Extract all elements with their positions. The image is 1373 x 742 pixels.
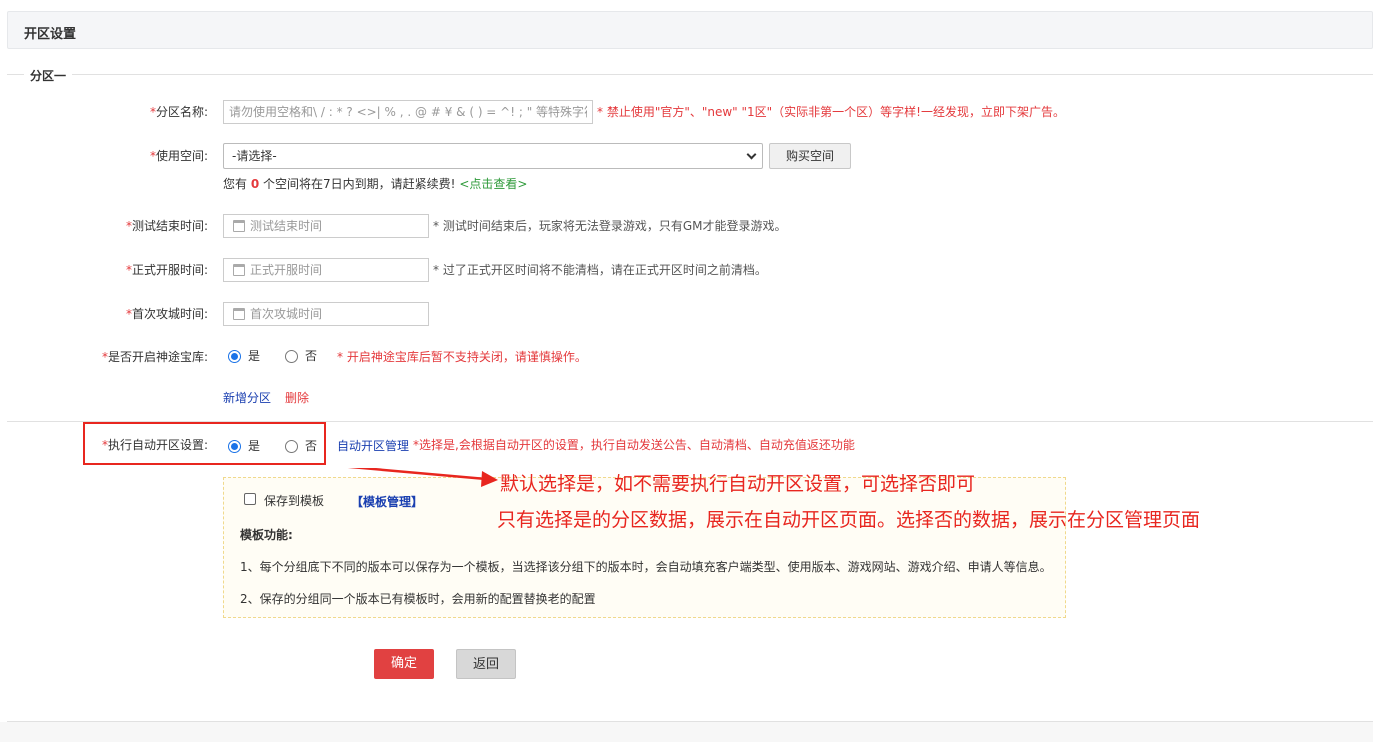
auto-open-yes-label[interactable]: 是 [248,439,260,453]
treasury-label: *是否开启神途宝库: [101,350,208,364]
template-title: 模板功能: [240,528,293,542]
page-title: 开区设置 [24,27,77,42]
open-time-input[interactable] [250,259,420,281]
template-line-1: 1、每个分组底下不同的版本可以保存为一个模板，当选择该分组下的版本时，会自动填充… [240,560,1052,574]
page-header: 开区设置 [7,11,1373,49]
test-end-input[interactable] [250,215,420,237]
space-label: *使用空间: [149,149,208,163]
test-end-datepicker[interactable] [223,214,429,238]
buy-space-button[interactable]: 购买空间 [769,143,851,169]
chevron-down-icon [746,149,757,160]
section-legend: 分区一 [24,67,73,84]
back-button[interactable]: 返回 [456,649,516,679]
first-siege-datepicker[interactable] [223,302,429,326]
calendar-icon [233,308,245,320]
auto-open-label: *执行自动开区设置: [101,438,208,452]
first-siege-label: *首次攻城时间: [125,307,208,321]
test-end-hint: * 测试时间结束后，玩家将无法登录游戏，只有GM才能登录游戏。 [433,219,787,233]
open-time-datepicker[interactable] [223,258,429,282]
template-manage-link[interactable]: 【模板管理】 [351,493,423,510]
auto-open-no-radio[interactable] [285,440,298,453]
arrow-head [481,471,498,487]
save-template-label[interactable]: 保存到模板 [264,492,324,509]
confirm-button[interactable]: 确定 [374,649,434,679]
zone-name-hint: * 禁止使用"官方"、"new" "1区"（实际非第一个区）等字样!一经发现，立… [597,105,1065,119]
open-time-label: *正式开服时间: [125,263,208,277]
space-select[interactable]: -请选择- [223,143,763,169]
treasury-hint: * 开启神途宝库后暂不支持关闭，请谨慎操作。 [337,350,587,364]
first-siege-input[interactable] [250,303,420,325]
expiry-notice: 您有 0 个空间将在7日内到期，请赶紧续费! <点击查看> [223,177,528,191]
template-line-2: 2、保存的分组同一个版本已有模板时，会用新的配置替换老的配置 [240,592,596,606]
calendar-icon [233,220,245,232]
arrow-shaft [347,468,487,481]
test-end-label: *测试结束时间: [125,219,208,233]
auto-open-no-label[interactable]: 否 [305,439,317,453]
fieldset-divider [7,74,1373,75]
footer-band [0,722,1373,742]
treasury-no-radio[interactable] [285,350,298,363]
add-zone-link[interactable]: 新增分区 [223,391,271,405]
save-template-checkbox[interactable] [244,493,256,505]
calendar-icon [233,264,245,276]
zone-name-label: *分区名称: [149,105,208,119]
delete-zone-link[interactable]: 删除 [285,391,309,405]
annotation-line-1: 默认选择是，如不需要执行自动开区设置，可选择否即可 [500,473,976,495]
auto-open-hint: *选择是,会根据自动开区的设置，执行自动发送公告、自动清档、自动充值返还功能 [413,438,855,452]
open-time-hint: * 过了正式开区时间将不能清档，请在正式开区时间之前清档。 [433,263,767,277]
expiry-count: 0 [250,177,260,191]
space-select-value: -请选择- [232,149,277,163]
annotation-line-2: 只有选择是的分区数据，展示在自动开区页面。选择否的数据，展示在分区管理页面 [497,509,1201,531]
auto-open-yes-radio[interactable] [228,440,241,453]
treasury-no-label[interactable]: 否 [305,349,317,363]
template-panel: 保存到模板 【模板管理】 模板功能: 1、每个分组底下不同的版本可以保存为一个模… [223,477,1066,618]
treasury-yes-label[interactable]: 是 [248,349,260,363]
treasury-yes-radio[interactable] [228,350,241,363]
zone-name-input[interactable] [223,100,593,124]
auto-open-manage-link[interactable]: 自动开区管理 [337,439,409,453]
annotation-arrow [347,468,498,487]
view-expiry-link[interactable]: <点击查看> [459,177,527,191]
